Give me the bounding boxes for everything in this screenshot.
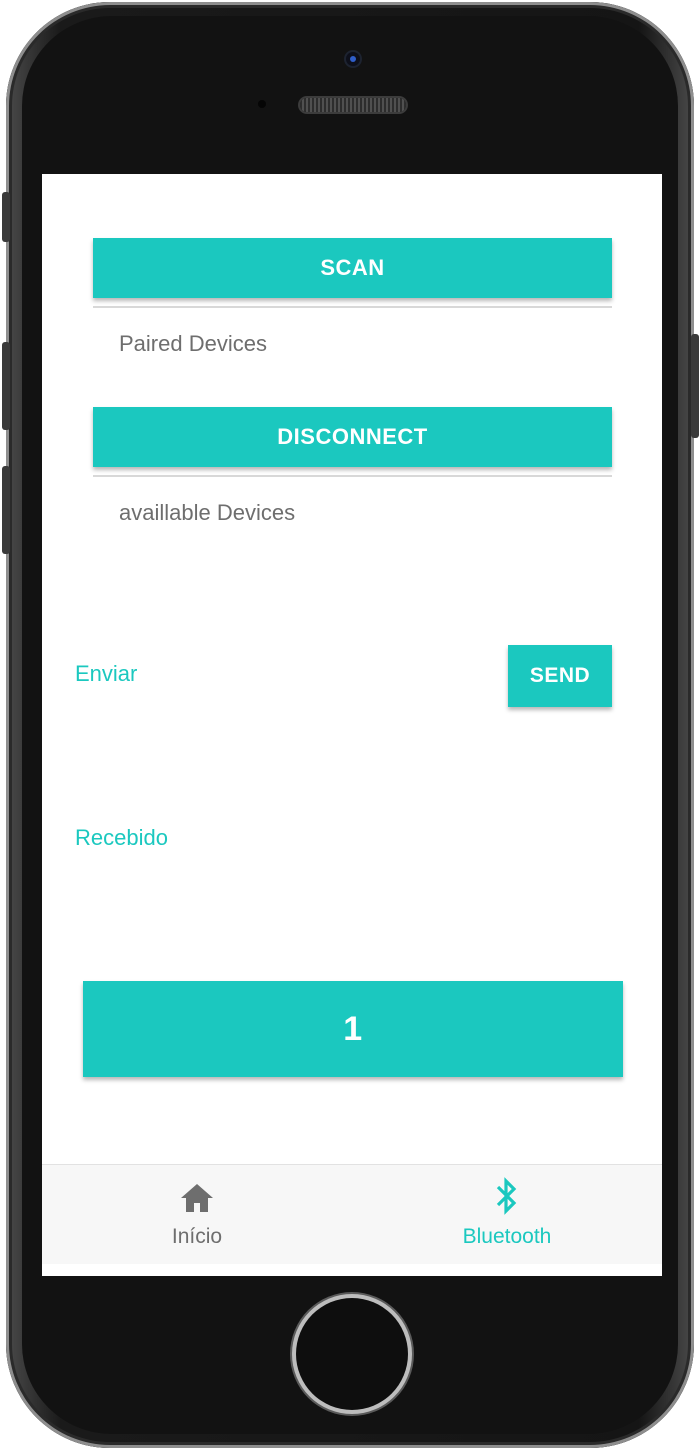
bottom-tab-bar: Início Bluetooth [42,1164,662,1265]
tab-label: Bluetooth [462,1225,552,1248]
earpiece-speaker [300,98,406,112]
divider [93,306,612,308]
counter-button[interactable]: 1 [83,981,623,1077]
bluetooth-icon [494,1177,520,1220]
tab-label: Início [171,1225,223,1248]
app-screen: SCAN Paired Devices DISCONNECT availlabl… [42,174,662,1276]
bottom-strip [42,1264,662,1276]
tab-bluetooth[interactable]: Bluetooth [352,1165,662,1265]
mute-switch [2,192,10,242]
tab-inicio[interactable]: Início [42,1165,352,1265]
send-field-label[interactable]: Enviar [75,661,137,687]
power-button [691,334,699,438]
proximity-sensor [258,100,266,108]
divider [93,475,612,477]
volume-up-button [2,342,10,430]
home-icon [180,1183,214,1218]
volume-down-button [2,466,10,554]
scan-button[interactable]: SCAN [93,238,612,298]
available-devices-label: availlable Devices [119,500,296,525]
send-button[interactable]: SEND [508,645,612,707]
paired-devices-label: Paired Devices [119,331,267,356]
front-camera [346,52,360,66]
home-button[interactable] [296,1298,408,1410]
disconnect-button[interactable]: DISCONNECT [93,407,612,467]
received-field-label: Recebido [75,825,168,850]
